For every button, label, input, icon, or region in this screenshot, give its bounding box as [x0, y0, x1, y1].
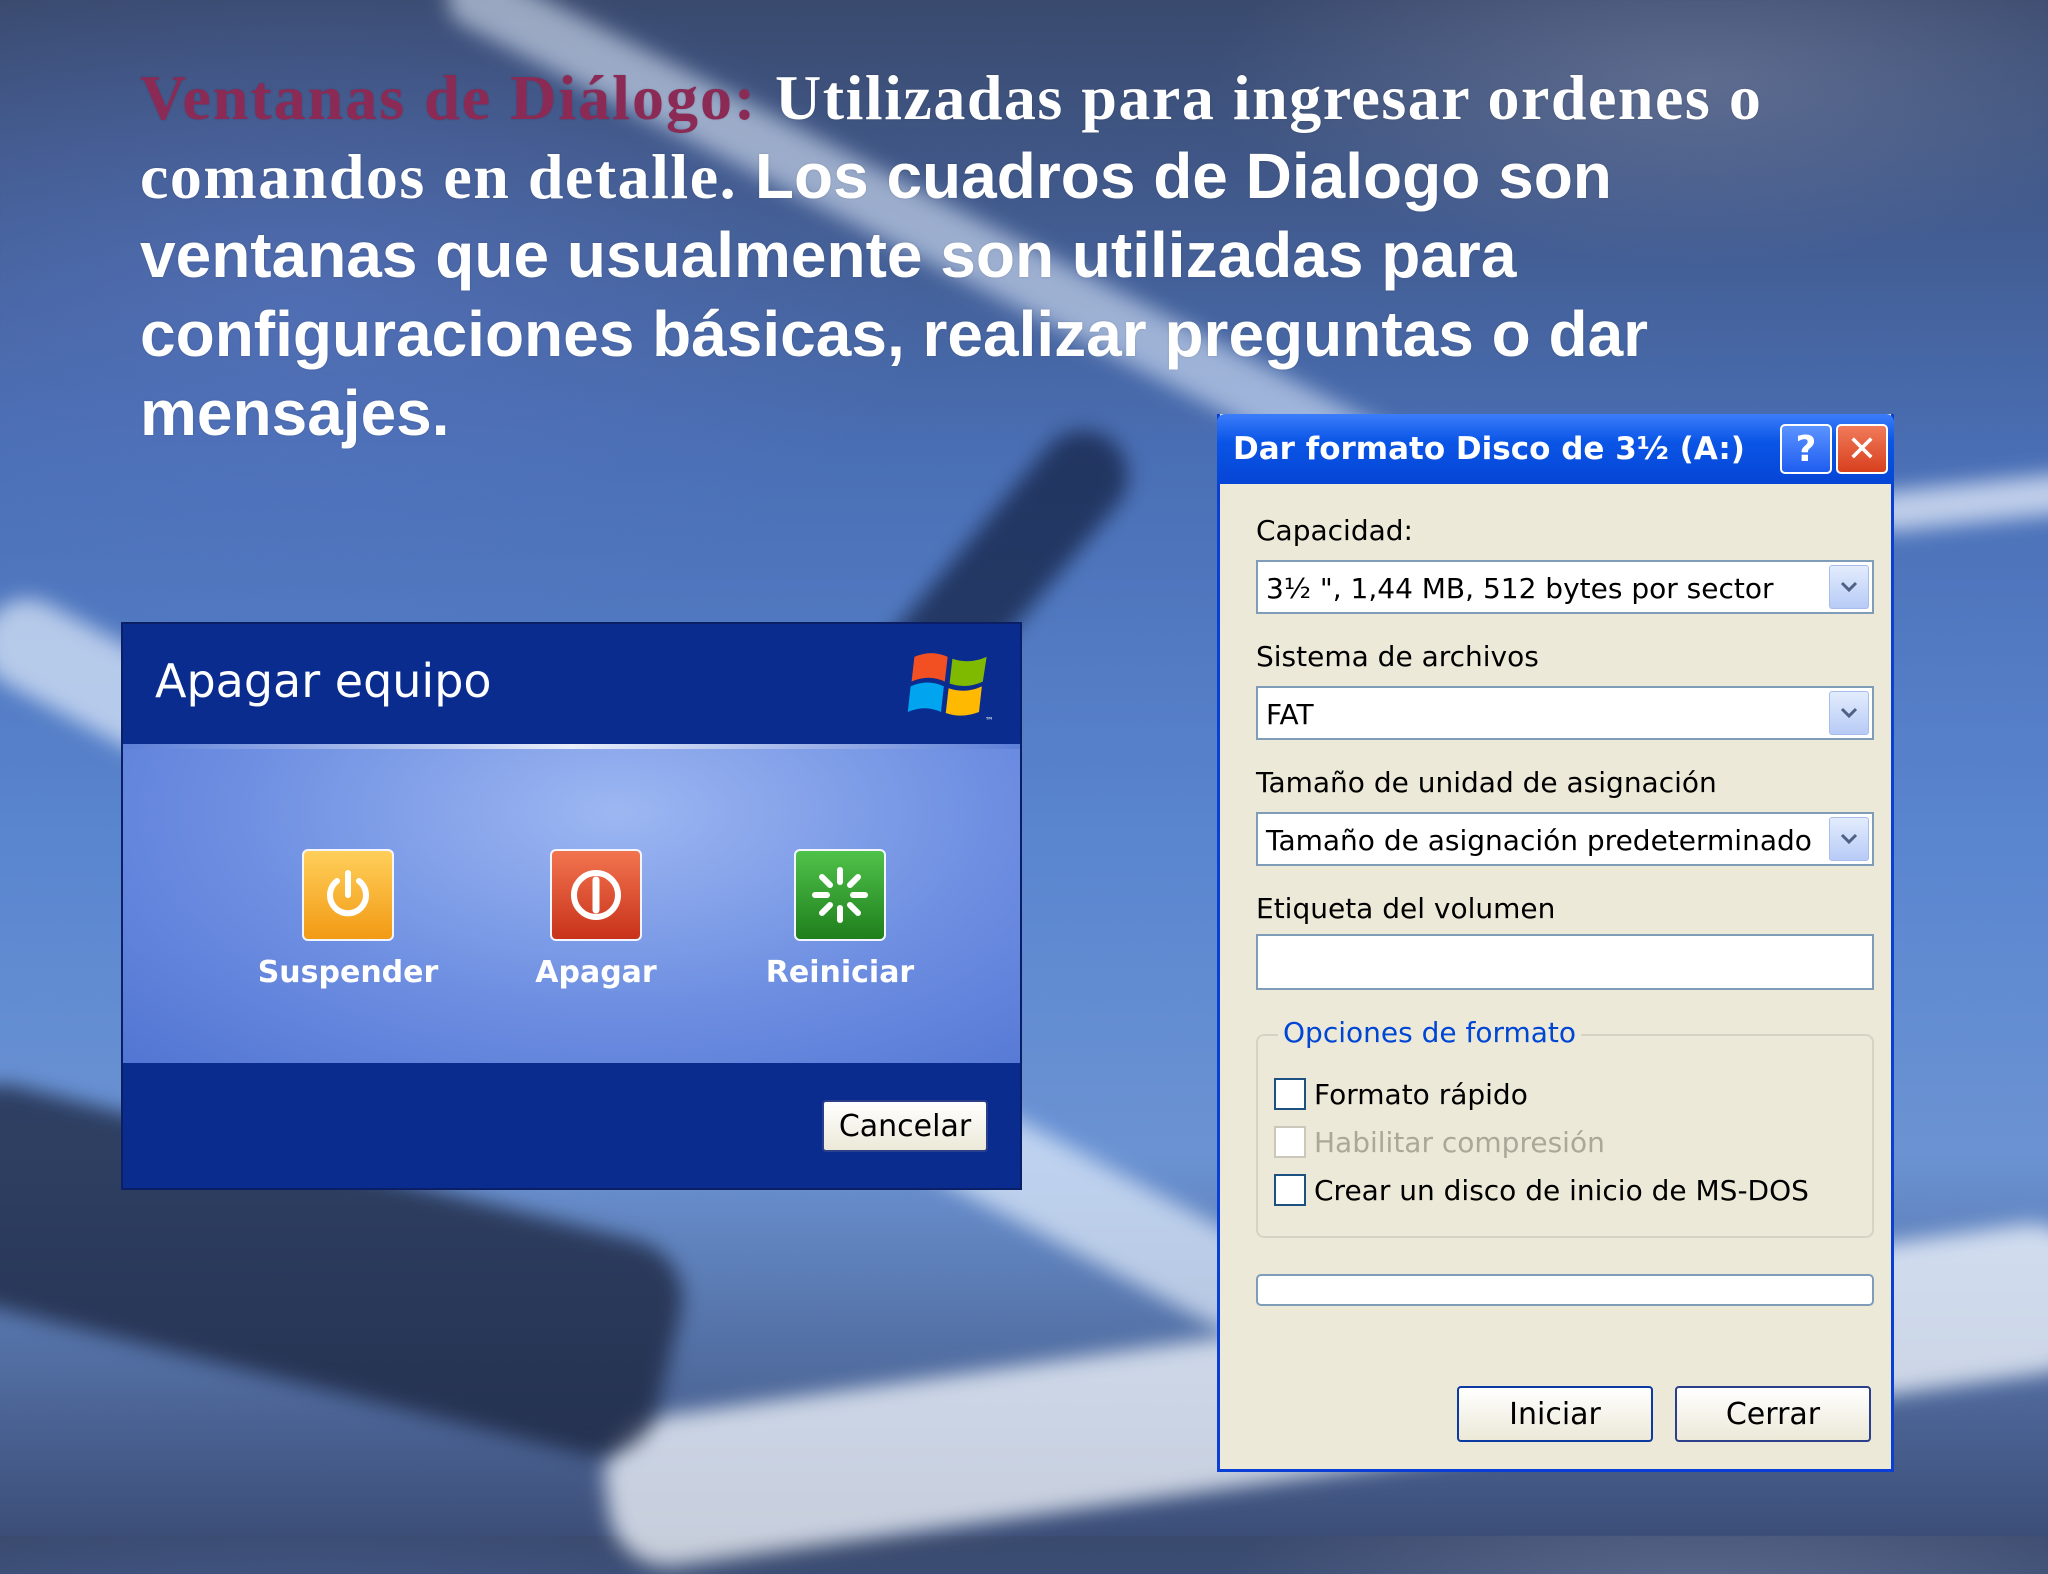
allocation-value: Tamaño de asignación predeterminado — [1266, 824, 1812, 857]
format-options-group: Opciones de formato Formato rápido Habil… — [1256, 1016, 1874, 1238]
shutdown-option[interactable]: Apagar — [496, 849, 696, 990]
cancel-button[interactable]: Cancelar — [822, 1100, 988, 1152]
format-progress-bar — [1256, 1274, 1874, 1306]
help-button[interactable]: ? — [1780, 424, 1832, 474]
power-icon — [327, 870, 369, 917]
slide-line-1-text: Utilizadas para ingresar ordenes o — [775, 62, 1763, 133]
quick-format-checkbox[interactable] — [1274, 1078, 1306, 1110]
shutdown-label: Apagar — [535, 955, 657, 990]
svg-text:™: ™ — [985, 716, 994, 726]
windows-logo-icon: ™ — [907, 653, 994, 726]
slide-heading: Ventanas de Diálogo: — [140, 62, 758, 133]
close-window-button[interactable]: ✕ — [1836, 424, 1888, 474]
slide-text: Ventanas de Diálogo: Utilizadas para ing… — [140, 58, 2020, 453]
allocation-select[interactable]: Tamaño de asignación predeterminado — [1256, 812, 1874, 866]
suspend-label: Suspender — [257, 955, 439, 990]
compression-checkbox — [1274, 1126, 1306, 1158]
suspend-option[interactable]: Suspender — [248, 849, 448, 990]
format-dialog-title: Dar formato Disco de 3½ (A:) — [1233, 431, 1745, 467]
chevron-down-icon[interactable] — [1829, 817, 1869, 861]
capacity-label: Capacidad: — [1256, 514, 1413, 547]
close-button[interactable]: Cerrar — [1675, 1386, 1871, 1442]
volume-label: Etiqueta del volumen — [1256, 892, 1556, 925]
quick-format-checkbox-row[interactable]: Formato rápido — [1274, 1076, 1528, 1112]
help-icon: ? — [1795, 428, 1817, 470]
slide-line-2-serif: comandos en detalle. — [140, 141, 738, 212]
chevron-down-icon[interactable] — [1829, 565, 1869, 609]
filesystem-value: FAT — [1266, 698, 1314, 731]
restart-button[interactable] — [794, 849, 886, 941]
compression-label: Habilitar compresión — [1314, 1125, 1605, 1159]
quick-format-label: Formato rápido — [1314, 1077, 1528, 1111]
shutdown-button[interactable] — [550, 849, 642, 941]
start-button[interactable]: Iniciar — [1457, 1386, 1653, 1442]
suspend-button[interactable] — [302, 849, 394, 941]
slide-line-1: Ventanas de Diálogo: Utilizadas para ing… — [140, 58, 2020, 137]
filesystem-label: Sistema de archivos — [1256, 640, 1539, 673]
format-dialog: Dar formato Disco de 3½ (A:) ? ✕ Capacid… — [1217, 414, 1894, 1472]
shutdown-dialog-footer: Cancelar — [123, 1063, 1020, 1188]
format-options-legend: Opciones de formato — [1278, 1016, 1582, 1049]
shutdown-dialog-title: Apagar equipo — [155, 654, 492, 708]
shutdown-dialog: Apagar equipo ™ Suspender Apagar Reinici… — [121, 622, 1022, 1190]
msdos-startup-checkbox-row[interactable]: Crear un disco de inicio de MS-DOS — [1274, 1172, 1809, 1208]
slide-line-2: comandos en detalle. Los cuadros de Dial… — [140, 137, 2020, 216]
capacity-select[interactable]: 3½ ", 1,44 MB, 512 bytes por sector — [1256, 560, 1874, 614]
slide-line-3: ventanas que usualmente son utilizadas p… — [140, 219, 1517, 291]
filesystem-select[interactable]: FAT — [1256, 686, 1874, 740]
capacity-value: 3½ ", 1,44 MB, 512 bytes por sector — [1266, 572, 1774, 605]
restart-option[interactable]: Reiniciar — [740, 849, 940, 990]
power-off-icon — [571, 870, 621, 920]
compression-checkbox-row: Habilitar compresión — [1274, 1124, 1605, 1160]
restart-icon — [812, 867, 868, 923]
msdos-startup-label: Crear un disco de inicio de MS-DOS — [1314, 1173, 1809, 1207]
background-light-streak — [1868, 466, 2048, 534]
format-dialog-titlebar: Dar formato Disco de 3½ (A:) ? ✕ — [1217, 414, 1894, 484]
shutdown-dialog-header: Apagar equipo ™ — [123, 624, 1020, 744]
slide-line-2-text: Los cuadros de Dialogo son — [754, 140, 1612, 212]
allocation-label: Tamaño de unidad de asignación — [1256, 766, 1717, 799]
msdos-startup-checkbox[interactable] — [1274, 1174, 1306, 1206]
slide-line-4: configuraciones básicas, realizar pregun… — [140, 298, 1649, 370]
shutdown-options-panel: Suspender Apagar Reiniciar — [123, 749, 1020, 1065]
volume-label-input[interactable] — [1256, 934, 1874, 990]
restart-label: Reiniciar — [765, 955, 915, 990]
chevron-down-icon[interactable] — [1829, 691, 1869, 735]
close-icon: ✕ — [1846, 428, 1878, 470]
